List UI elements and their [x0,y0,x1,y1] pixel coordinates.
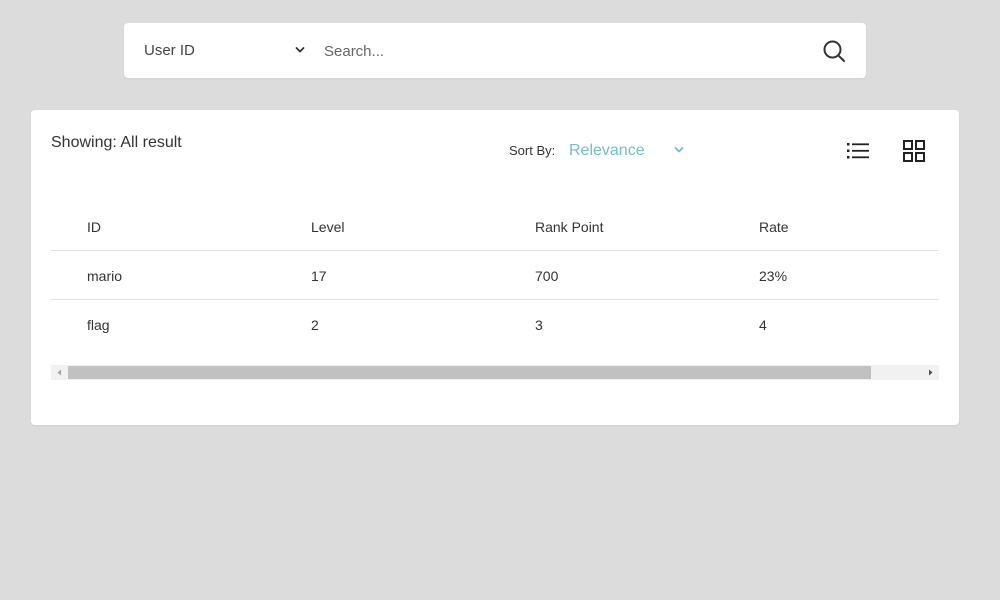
cell-rate: 4 [759,317,767,333]
cell-rank-point: 700 [535,268,559,284]
search-input[interactable] [324,36,804,66]
scroll-left-button[interactable] [51,365,68,380]
search-icon [823,40,845,62]
search-filter-label: User ID [144,42,195,59]
cell-id: flag [87,317,110,333]
cell-rate: 23% [759,268,788,284]
scrollbar-thumb[interactable] [68,366,871,379]
cell-level: 17 [311,268,327,284]
sort-by-select[interactable]: Relevance [567,136,693,164]
column-header-level[interactable]: Level [311,219,344,235]
search-filter-select[interactable]: User ID [124,23,314,78]
search-bar: User ID [124,23,866,78]
cell-id: mario [87,268,123,284]
table-row[interactable]: mario 17 700 23% [51,251,939,300]
search-button[interactable] [822,39,846,63]
horizontal-scrollbar[interactable] [51,365,939,380]
column-header-rank-point[interactable]: Rank Point [535,219,603,235]
list-view-icon [847,143,869,159]
results-card: Showing: All result Sort By: Relevance I… [31,110,959,425]
grid-view-icon [903,140,925,162]
scroll-right-button[interactable] [922,365,939,380]
table-header-row: ID Level Rank Point Rate [51,202,939,251]
list-view-button[interactable] [845,138,873,164]
column-header-rate[interactable]: Rate [759,219,789,235]
showing-label: Showing: All result [51,134,182,151]
column-header-id[interactable]: ID [87,219,101,235]
sort-by-value: Relevance [569,142,645,159]
results-table: ID Level Rank Point Rate mario 17 700 23… [51,202,939,349]
table-row[interactable]: flag 2 3 4 [51,300,939,349]
sort-by-label: Sort By: [509,143,556,158]
cell-level: 2 [311,317,319,333]
cell-rank-point: 3 [535,317,543,333]
chevron-down-icon [295,47,305,53]
grid-view-button[interactable] [901,138,927,164]
caret-right-icon [929,369,933,376]
chevron-down-icon [674,147,684,153]
caret-left-icon [57,369,61,376]
